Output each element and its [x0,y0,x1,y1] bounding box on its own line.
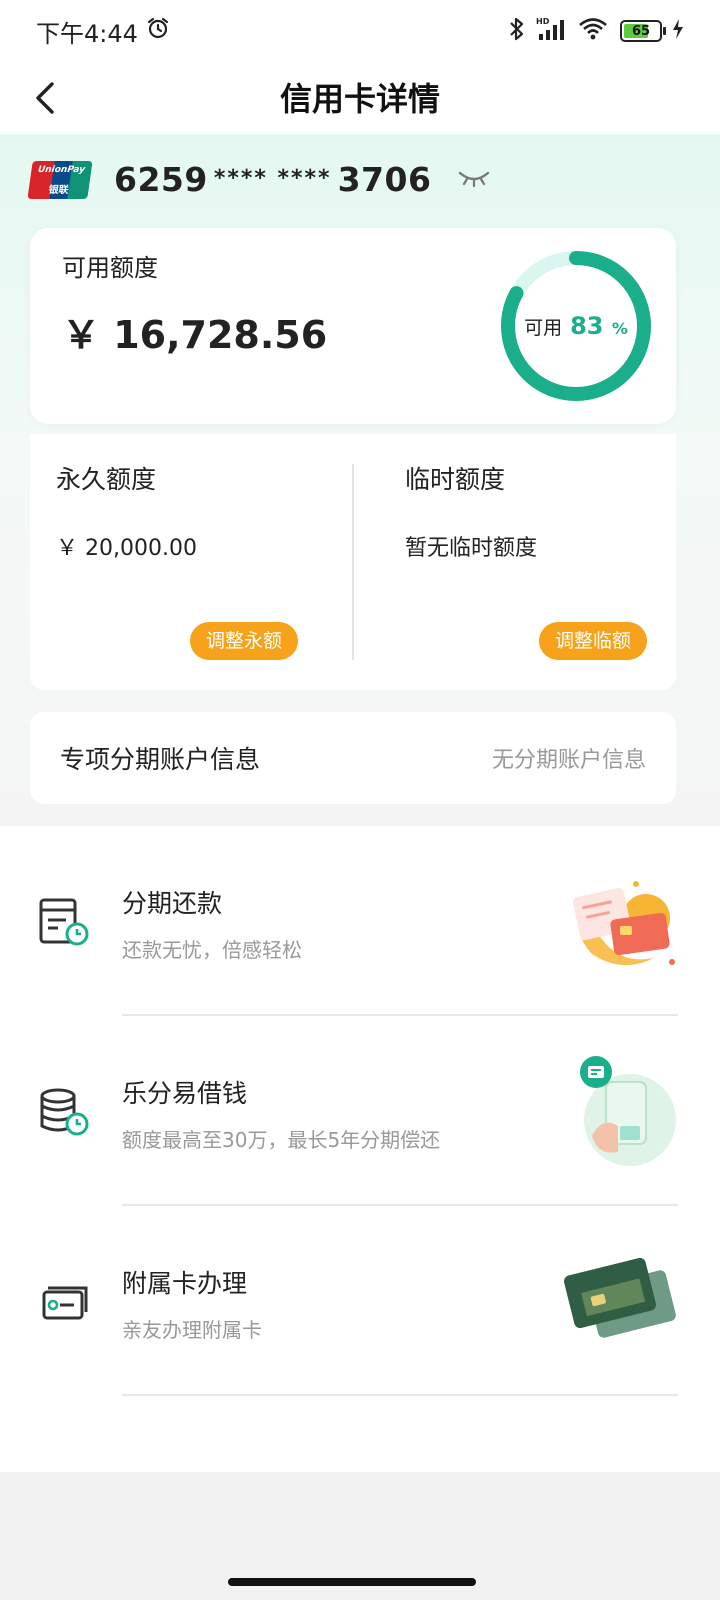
wifi-icon [578,16,610,46]
status-time: 下午4:44 [36,19,138,48]
service-item-installment-repayment[interactable]: 分期还款 还款无忧，倍感轻松 [0,826,720,1016]
available-credit-card: 可用额度 ￥ 16,728.56 可用 83 % [30,228,676,424]
available-credit-label: 可用额度 [62,254,158,282]
adjust-permanent-limit-button[interactable]: 调整永额 [190,622,299,660]
installment-account-value: 无分期账户信息 [491,748,646,773]
ring-percent-value: 83 [570,312,604,340]
services-list: 分期还款 还款无忧，倍感轻松 乐分易借钱 额度最高至30万，最长5年分期偿还 附… [0,826,720,1472]
supplementary-card-illustration [563,1257,676,1338]
card-number-prefix: 6259 [114,160,208,199]
battery-level: 65 [631,23,651,39]
battery-indicator: 65 [620,20,666,42]
card-icon [42,1286,88,1320]
temporary-limit-title: 临时额度 [405,465,506,494]
service-divider [122,1394,678,1396]
alarm-icon [146,16,170,46]
credit-limits-card: 永久额度 ￥ 20,000.00 调整永额 临时额度 暂无临时额度 调整临额 [30,434,676,690]
installment-account-row[interactable]: 专项分期账户信息 无分期账户信息 [30,712,676,804]
service-item-supplementary-card[interactable]: 附属卡办理 亲友办理附属卡 [0,1206,720,1396]
nav-bar: 信用卡详情 [0,62,720,134]
coin-stack-clock-icon [40,1088,89,1136]
service-title: 乐分易借钱 [122,1079,248,1108]
card-number-row: UnionPay 银联 6259 **** **** 3706 [27,160,491,199]
status-bar: 下午4:44 HD 65 [0,0,720,62]
home-indicator[interactable] [228,1578,476,1586]
card-number-suffix: 3706 [337,160,432,199]
permanent-limit-value: ￥ 20,000.00 [56,536,197,561]
unionpay-logo-text-en: UnionPay [37,164,86,175]
ring-label: 可用 [524,316,563,339]
service-subtitle: 额度最高至30万，最长5年分期偿还 [122,1128,441,1152]
service-subtitle: 亲友办理附属卡 [122,1318,262,1342]
ring-percent: 83 % [570,312,628,340]
card-number: 6259 **** **** 3706 [114,160,431,199]
ring-percent-unit: % [611,319,628,338]
available-credit-amount: ￥ 16,728.56 [62,313,328,357]
eye-closed-icon[interactable] [457,168,491,192]
installment-account-title: 专项分期账户信息 [60,745,261,774]
card-number-mask: **** **** [213,166,332,191]
loan-illustration [580,1056,676,1166]
network-type-label: HD [536,17,550,26]
credit-summary: UnionPay 银联 6259 **** **** 3706 可用额度 ￥ 16,… [0,134,720,828]
cellular-signal-icon: HD [536,16,568,46]
temporary-limit-section: 临时额度 暂无临时额度 调整临额 [353,434,676,690]
available-percent-ring: 可用 83 % [494,244,658,408]
service-title: 附属卡办理 [122,1269,248,1298]
service-title: 分期还款 [122,889,223,918]
repayment-illustration [572,881,675,966]
permanent-limit-section: 永久额度 ￥ 20,000.00 调整永额 [30,434,353,690]
bluetooth-icon [508,16,526,46]
bill-clock-icon [39,898,89,946]
page-title: 信用卡详情 [279,80,440,118]
service-subtitle: 还款无忧，倍感轻松 [122,938,302,962]
temporary-limit-value: 暂无临时额度 [405,536,538,561]
adjust-temporary-limit-button[interactable]: 调整临额 [539,622,648,660]
unionpay-logo: UnionPay 银联 [27,160,93,199]
unionpay-logo-text-cn: 银联 [47,184,70,196]
service-item-loan[interactable]: 乐分易借钱 额度最高至30万，最长5年分期偿还 [0,1016,720,1206]
charging-icon [672,18,684,44]
permanent-limit-title: 永久额度 [56,465,157,494]
